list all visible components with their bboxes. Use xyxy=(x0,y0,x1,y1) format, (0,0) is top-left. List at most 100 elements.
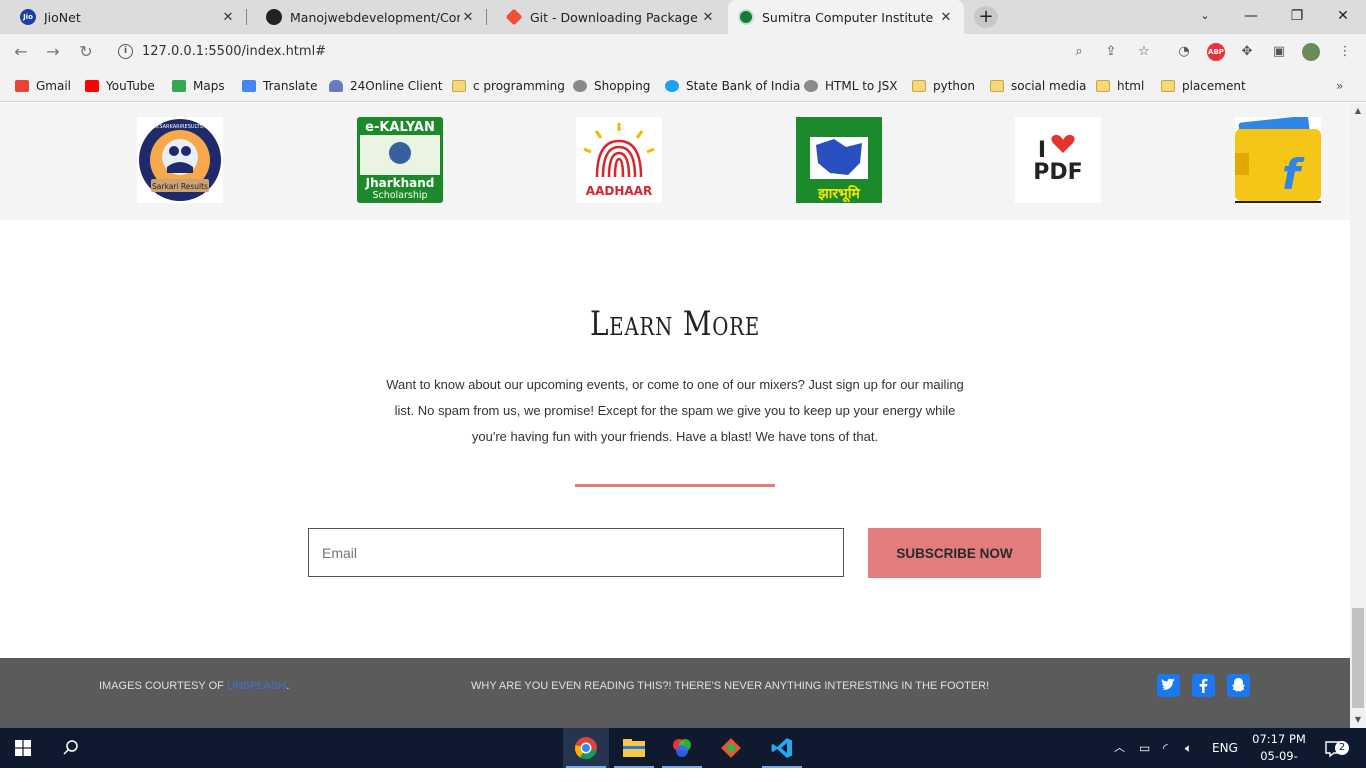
side-panel-icon[interactable]: ▣ xyxy=(1270,43,1288,61)
bookmark-html-to-jsx[interactable]: HTML to JSX xyxy=(804,77,897,95)
bookmark-shopping[interactable]: Shopping xyxy=(573,77,650,95)
chrome-icon xyxy=(574,737,597,760)
close-tab-icon[interactable]: ✕ xyxy=(700,10,716,25)
bookmark-html[interactable]: html xyxy=(1096,77,1144,95)
tab-git[interactable]: Git - Downloading Package ✕ xyxy=(486,0,726,34)
share-icon[interactable]: ⇪ xyxy=(1102,43,1120,61)
jharbhoomi-logo[interactable]: झारभूमि xyxy=(796,117,882,203)
adblock-icon[interactable]: ABP xyxy=(1207,43,1225,61)
maps-icon xyxy=(172,80,186,92)
profile-avatar[interactable] xyxy=(1302,43,1320,61)
facebook-icon[interactable] xyxy=(1192,674,1215,697)
close-tab-icon[interactable]: ✕ xyxy=(220,10,236,25)
bookmark-label: State Bank of India xyxy=(686,79,801,93)
sarkari-results-logo[interactable]: Sarkari Results WWW.SARKARIRESULTS.INFO xyxy=(137,117,223,203)
show-hidden-icons[interactable]: ︿ xyxy=(1114,728,1125,768)
bookmark-social-media[interactable]: social media xyxy=(990,77,1086,95)
tab-sumitra[interactable]: Sumitra Computer Institute ✕ xyxy=(728,0,964,34)
bookmark-placement[interactable]: placement xyxy=(1161,77,1246,95)
footer-credit: Images courtesy of unsplash. xyxy=(99,680,289,692)
tab-jionet[interactable]: Jio JioNet ✕ xyxy=(0,0,246,34)
bookmark-translate[interactable]: Translate xyxy=(242,77,318,95)
cloud-icon xyxy=(329,80,343,92)
clock-date: 05-09-2022 xyxy=(1260,749,1298,780)
close-tab-icon[interactable]: ✕ xyxy=(938,10,954,25)
tab-title: Git - Downloading Package xyxy=(530,9,698,25)
unsplash-link[interactable]: unsplash xyxy=(227,680,286,692)
globe-icon xyxy=(573,80,587,92)
folder-icon xyxy=(912,80,926,92)
wifi-icon[interactable]: ◜ xyxy=(1163,728,1168,768)
git-icon xyxy=(505,8,523,26)
twitter-icon[interactable] xyxy=(1157,674,1180,697)
back-icon[interactable]: ← xyxy=(11,42,31,62)
folder-icon xyxy=(990,80,1004,92)
translate-icon xyxy=(242,80,256,92)
bookmark-maps[interactable]: Maps xyxy=(172,77,225,95)
restore-button[interactable]: ❐ xyxy=(1274,0,1320,34)
search-button[interactable] xyxy=(48,728,94,768)
e-kalyan-logo[interactable]: e-KALYAN Jharkhand Scholarship xyxy=(357,117,443,203)
sarkari-results-ring-text: WWW.SARKARIRESULTS.INFO xyxy=(144,124,217,130)
minimize-button[interactable]: — xyxy=(1228,0,1274,34)
bookmark-c-programming[interactable]: c programming xyxy=(452,77,565,95)
snapchat-icon[interactable] xyxy=(1227,674,1250,697)
learn-more-description: Want to know about our upcoming events, … xyxy=(386,377,964,444)
sarkari-results-caption: Sarkari Results xyxy=(152,182,208,191)
close-tab-icon[interactable]: ✕ xyxy=(460,10,476,25)
address-bar[interactable]: i 127.0.0.1:5500/index.html# xyxy=(108,39,1162,65)
menu-kebab-icon[interactable]: ⋮ xyxy=(1336,43,1354,61)
clock[interactable]: 07:17 PM 05-09-2022 xyxy=(1250,731,1308,782)
volume-muted-icon[interactable]: 🔈︎ xyxy=(1185,728,1192,768)
bookmarks-overflow-icon[interactable]: » xyxy=(1336,77,1343,95)
scroll-down-icon[interactable]: ▼ xyxy=(1350,712,1366,728)
bookmark-24online[interactable]: 24Online Client xyxy=(329,77,443,95)
tab-strip: Jio JioNet ✕ Manojwebdevelopment/Comput … xyxy=(0,0,1366,34)
language-indicator[interactable]: ENG xyxy=(1212,728,1238,768)
flipkart-wallet-logo[interactable]: f xyxy=(1235,117,1321,203)
site-favicon-icon xyxy=(738,9,754,25)
learn-more-section: Learn More Want to know about our upcomi… xyxy=(0,220,1350,658)
tab-title: JioNet xyxy=(44,9,81,25)
bookmark-youtube[interactable]: YouTube xyxy=(85,77,155,95)
gmail-icon xyxy=(15,80,29,92)
bookmark-gmail[interactable]: Gmail xyxy=(15,77,71,95)
scrollbar-thumb[interactable] xyxy=(1352,608,1364,708)
browser-toolbar: ← → ↻ i 127.0.0.1:5500/index.html# ⌕ ⇪ ☆… xyxy=(0,34,1366,70)
zoom-icon[interactable]: ⌕ xyxy=(1070,43,1088,61)
subscribe-button[interactable]: SUBSCRIBE NOW xyxy=(868,528,1041,578)
paint-icon xyxy=(673,739,691,757)
battery-icon[interactable]: ▭ xyxy=(1139,728,1150,768)
file-explorer-taskbar-button[interactable] xyxy=(611,728,657,768)
credit-prefix: Images courtesy of xyxy=(99,680,227,692)
notifications-button[interactable]: 2 xyxy=(1324,728,1349,768)
extensions-puzzle-icon[interactable]: ✥ xyxy=(1238,43,1256,61)
new-tab-button[interactable]: + xyxy=(974,6,998,28)
aadhaar-logo[interactable]: AADHAAR xyxy=(576,117,662,203)
git-taskbar-button[interactable] xyxy=(708,728,754,768)
bookmark-label: Translate xyxy=(263,79,318,93)
scroll-up-icon[interactable]: ▲ xyxy=(1350,103,1366,119)
site-info-icon[interactable]: i xyxy=(118,44,133,59)
bookmark-python[interactable]: python xyxy=(912,77,975,95)
vscode-taskbar-button[interactable] xyxy=(759,728,805,768)
email-input[interactable] xyxy=(308,528,844,577)
reload-icon[interactable]: ↻ xyxy=(76,42,96,62)
tab-search-icon[interactable]: ⌄ xyxy=(1182,0,1228,34)
windows-logo-icon xyxy=(15,740,31,756)
ilovepdf-logo[interactable]: I PDF xyxy=(1015,117,1101,203)
tab-github[interactable]: Manojwebdevelopment/Comput ✕ xyxy=(246,0,486,34)
bookmark-label: Shopping xyxy=(594,79,651,93)
bookmark-sbi[interactable]: State Bank of India xyxy=(665,77,800,95)
forward-icon[interactable]: → xyxy=(43,42,63,62)
start-button[interactable] xyxy=(0,728,46,768)
learn-more-title: Learn More xyxy=(589,304,761,344)
close-window-button[interactable]: ✕ xyxy=(1320,0,1366,34)
chrome-taskbar-button[interactable] xyxy=(563,728,609,768)
bookmark-star-icon[interactable]: ☆ xyxy=(1135,43,1153,61)
extension-owl-icon[interactable]: ◔ xyxy=(1175,43,1193,61)
url-text: 127.0.0.1:5500/index.html# xyxy=(142,44,327,59)
globe-icon xyxy=(804,80,818,92)
windows-taskbar: ︿ ▭ ◜ 🔈︎ ENG 07:17 PM 05-09-2022 2 xyxy=(0,728,1366,780)
paint-taskbar-button[interactable] xyxy=(659,728,705,768)
